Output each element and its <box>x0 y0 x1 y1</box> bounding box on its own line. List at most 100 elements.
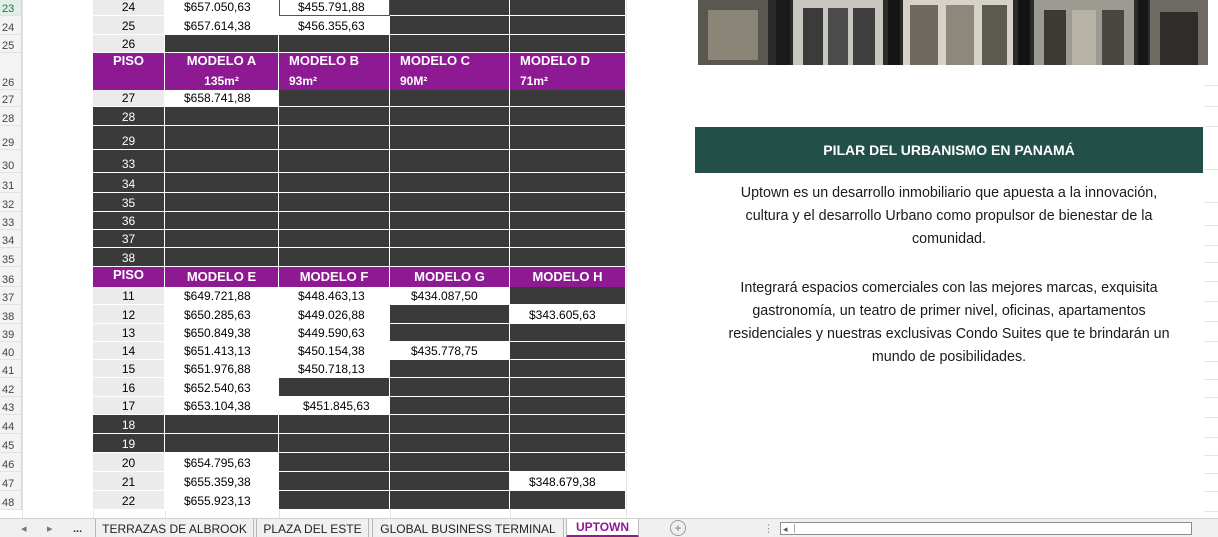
price-cell[interactable] <box>279 415 390 434</box>
model-column-header[interactable]: MODELO E <box>165 267 279 287</box>
row-header[interactable]: 29 <box>0 126 22 150</box>
model-column-header[interactable]: MODELO C 90M² <box>390 53 510 90</box>
tab-global-business-terminal[interactable]: GLOBAL BUSINESS TERMINAL <box>372 519 564 537</box>
price-cell[interactable] <box>165 415 279 434</box>
price-cell[interactable] <box>390 305 510 324</box>
price-cell[interactable] <box>390 248 510 267</box>
price-cell[interactable]: $650.849,38 <box>165 324 279 342</box>
price-cell[interactable] <box>390 107 510 126</box>
model-column-header[interactable]: MODELO H <box>510 267 626 287</box>
price-cell[interactable] <box>510 173 626 193</box>
next-sheet-icon[interactable]: ▸ <box>47 519 53 537</box>
price-cell[interactable] <box>279 453 390 472</box>
price-cell[interactable]: $649.721,88 <box>165 287 279 305</box>
price-cell[interactable] <box>390 173 510 193</box>
row-header[interactable]: 28 <box>0 107 22 126</box>
piso-cell[interactable]: 28 <box>93 107 165 126</box>
price-cell[interactable] <box>165 35 279 53</box>
piso-cell[interactable]: 14 <box>93 342 165 360</box>
price-cell[interactable] <box>510 16 626 35</box>
price-cell[interactable] <box>510 324 626 342</box>
price-cell[interactable] <box>279 378 390 397</box>
price-cell[interactable] <box>510 378 626 397</box>
piso-cell[interactable]: 19 <box>93 434 165 453</box>
price-cell[interactable] <box>510 230 626 248</box>
price-cell[interactable] <box>510 397 626 415</box>
price-cell[interactable]: $650.285,63 <box>165 305 279 324</box>
row-header[interactable]: 25 <box>0 35 22 53</box>
row-header[interactable]: 36 <box>0 267 22 287</box>
price-cell[interactable] <box>165 434 279 453</box>
price-cell[interactable] <box>510 434 626 453</box>
piso-cell[interactable]: 27 <box>93 90 165 107</box>
price-cell[interactable]: $455.791,88 <box>279 0 390 16</box>
row-header[interactable]: 35 <box>0 248 22 267</box>
row-header[interactable]: 32 <box>0 193 22 212</box>
price-cell[interactable] <box>390 415 510 434</box>
prev-sheet-icon[interactable]: ◂ <box>21 519 27 537</box>
price-cell[interactable]: $651.976,88 <box>165 360 279 378</box>
price-cell[interactable] <box>510 0 626 16</box>
piso-cell[interactable]: 11 <box>93 287 165 305</box>
row-header[interactable]: 23 <box>0 0 22 16</box>
tab-plaza-del-este[interactable]: PLAZA DEL ESTE <box>256 519 369 537</box>
price-cell[interactable]: $658.741,88 <box>165 90 279 107</box>
tab-uptown[interactable]: UPTOWN <box>566 519 639 537</box>
price-cell[interactable] <box>510 453 626 472</box>
price-cell[interactable]: $435.778,75 <box>390 342 510 360</box>
price-cell[interactable] <box>510 35 626 53</box>
row-header[interactable]: 31 <box>0 173 22 193</box>
row-header[interactable]: 41 <box>0 360 22 378</box>
piso-cell[interactable]: 29 <box>93 126 165 150</box>
piso-cell[interactable]: 20 <box>93 453 165 472</box>
price-cell[interactable] <box>279 126 390 150</box>
row-header[interactable]: 33 <box>0 212 22 230</box>
piso-cell[interactable]: 22 <box>93 491 165 510</box>
price-cell[interactable] <box>165 193 279 212</box>
piso-cell[interactable]: 34 <box>93 173 165 193</box>
scroll-left-icon[interactable]: ◂ <box>783 524 788 534</box>
price-cell[interactable] <box>279 491 390 510</box>
row-header[interactable]: 37 <box>0 287 22 305</box>
piso-cell[interactable]: 36 <box>93 212 165 230</box>
price-cell[interactable] <box>279 472 390 491</box>
price-cell[interactable] <box>390 90 510 107</box>
price-cell[interactable] <box>279 107 390 126</box>
price-cell[interactable] <box>279 230 390 248</box>
piso-cell[interactable]: 21 <box>93 472 165 491</box>
row-header[interactable]: 44 <box>0 415 22 434</box>
scrollbar-thumb[interactable] <box>794 524 1190 533</box>
price-cell[interactable] <box>279 35 390 53</box>
piso-cell[interactable]: 16 <box>93 378 165 397</box>
model-column-header[interactable]: MODELO B 93m² <box>279 53 390 90</box>
price-cell[interactable]: $652.540,63 <box>165 378 279 397</box>
price-cell[interactable] <box>390 453 510 472</box>
price-cell[interactable] <box>279 193 390 212</box>
horizontal-scrollbar[interactable]: ◂ <box>780 522 1192 535</box>
price-cell[interactable] <box>165 173 279 193</box>
price-cell[interactable] <box>165 230 279 248</box>
more-sheets-button[interactable]: ... <box>73 519 82 537</box>
price-cell[interactable]: $655.923,13 <box>165 491 279 510</box>
price-cell[interactable] <box>510 107 626 126</box>
price-cell[interactable]: $651.413,13 <box>165 342 279 360</box>
price-cell[interactable] <box>165 126 279 150</box>
piso-cell[interactable]: 13 <box>93 324 165 342</box>
price-cell[interactable] <box>165 248 279 267</box>
model-column-header[interactable]: MODELO F <box>279 267 390 287</box>
price-cell[interactable]: $451.845,63 <box>279 397 390 415</box>
price-cell[interactable] <box>510 126 626 150</box>
piso-cell[interactable]: 38 <box>93 248 165 267</box>
row-header[interactable]: 45 <box>0 434 22 453</box>
price-cell[interactable] <box>279 248 390 267</box>
price-cell[interactable]: $456.355,63 <box>279 16 390 35</box>
piso-cell[interactable]: 18 <box>93 415 165 434</box>
piso-cell[interactable]: 25 <box>93 16 165 35</box>
row-header[interactable]: 47 <box>0 472 22 491</box>
price-cell[interactable] <box>390 35 510 53</box>
price-cell[interactable] <box>390 472 510 491</box>
price-cell[interactable] <box>279 173 390 193</box>
price-cell[interactable] <box>390 491 510 510</box>
row-header[interactable]: 46 <box>0 453 22 472</box>
price-cell[interactable] <box>390 434 510 453</box>
